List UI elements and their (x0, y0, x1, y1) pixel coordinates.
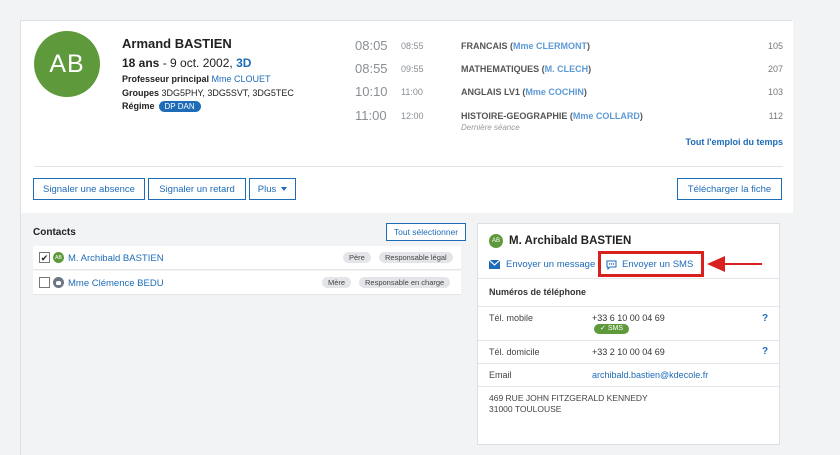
home-phone-value: +33 2 10 00 04 69 (592, 347, 665, 357)
last-session-note: Dernière séance (461, 123, 520, 132)
select-all-button[interactable]: Tout sélectionner (386, 223, 466, 241)
help-icon[interactable]: ? (762, 313, 768, 324)
detail-avatar: AB (489, 234, 503, 248)
student-name: Armand BASTIEN (122, 36, 232, 51)
role-tag: Responsable en charge (359, 277, 451, 288)
envelope-icon (489, 260, 500, 269)
student-avatar: AB (34, 31, 100, 97)
detail-name: M. Archibald BASTIEN (509, 235, 632, 247)
student-card: AB Armand BASTIEN 18 ans - 9 oct. 2002, … (20, 20, 793, 455)
student-header: AB Armand BASTIEN 18 ans - 9 oct. 2002, … (21, 21, 793, 213)
contact-row[interactable]: ✔ AB M. Archibald BASTIEN Père Responsab… (33, 246, 461, 270)
divider (478, 278, 779, 279)
student-groups: Groupes 3DG5PHY, 3DG5SVT, 3DG5TEC (122, 88, 294, 98)
arrow-shaft (724, 263, 762, 265)
report-late-button[interactable]: Signaler un retard (148, 178, 246, 200)
contact-avatar: AB (53, 252, 64, 263)
contact-checkbox[interactable]: ✔ (39, 252, 50, 263)
contact-checkbox[interactable] (39, 277, 50, 288)
report-absence-button[interactable]: Signaler une absence (33, 178, 145, 200)
phones-title: Numéros de téléphone (489, 287, 587, 297)
divider (478, 363, 779, 364)
regime-badge: DP DAN (158, 101, 201, 112)
help-icon[interactable]: ? (762, 346, 768, 357)
relation-tag: Père (343, 252, 371, 263)
divider (478, 340, 779, 341)
principal-teacher-link[interactable]: Mme CLOUET (212, 74, 271, 84)
mobile-value: +33 6 10 00 04 69 (592, 313, 665, 323)
contact-name-link[interactable]: Mme Clémence BEDU (68, 278, 164, 289)
send-message-link[interactable]: Envoyer un message (489, 259, 595, 270)
contact-detail-panel: AB M. Archibald BASTIEN Envoyer un messa… (477, 223, 780, 445)
more-dropdown-button[interactable]: Plus (249, 178, 296, 200)
postal-address: 469 RUE JOHN FITZGERALD KENNEDY 31000 TO… (489, 393, 648, 414)
contact-name-link[interactable]: M. Archibald BASTIEN (68, 253, 164, 264)
download-sheet-button[interactable]: Télécharger la fiche (677, 178, 782, 200)
student-age: 18 ans - 9 oct. 2002, 3D (122, 56, 252, 70)
sms-highlight-box (598, 251, 704, 277)
home-phone-label: Tél. domicile (489, 347, 540, 357)
student-regime: Régime DP DAN (122, 101, 201, 112)
contacts-section: Contacts Tout sélectionner ✔ AB M. Archi… (21, 213, 793, 455)
full-schedule-link[interactable]: Tout l'emploi du temps (686, 137, 783, 147)
contacts-title: Contacts (33, 227, 76, 238)
person-icon (53, 277, 64, 288)
divider (478, 306, 779, 307)
schedule-row[interactable]: 08:55 09:55 MATHEMATIQUES (M. CLECH) 207 (355, 61, 783, 81)
email-link[interactable]: archibald.bastien@kdecole.fr (592, 370, 708, 380)
arrow-left-icon (707, 256, 725, 272)
role-tag: Responsable légal (379, 252, 453, 263)
principal-teacher: Professeur principal Mme CLOUET (122, 74, 271, 84)
schedule-row[interactable]: 11:00 12:00 HISTOIRE-GEOGRAPHIE (Mme COL… (355, 108, 783, 134)
sms-badge: ✓ SMS (594, 324, 629, 334)
divider (478, 386, 779, 387)
email-label: Email (489, 370, 512, 380)
contact-row[interactable]: Mme Clémence BEDU Mère Responsable en ch… (33, 271, 461, 295)
student-class-link[interactable]: 3D (236, 56, 251, 70)
mobile-label: Tél. mobile (489, 313, 534, 323)
schedule-row[interactable]: 10:10 11:00 ANGLAIS LV1 (Mme COCHIN) 103 (355, 84, 783, 104)
caret-down-icon (281, 187, 288, 191)
divider (34, 166, 783, 167)
schedule-row[interactable]: 08:05 08:55 FRANCAIS (Mme CLERMONT) 105 (355, 38, 783, 58)
relation-tag: Mère (322, 277, 352, 288)
